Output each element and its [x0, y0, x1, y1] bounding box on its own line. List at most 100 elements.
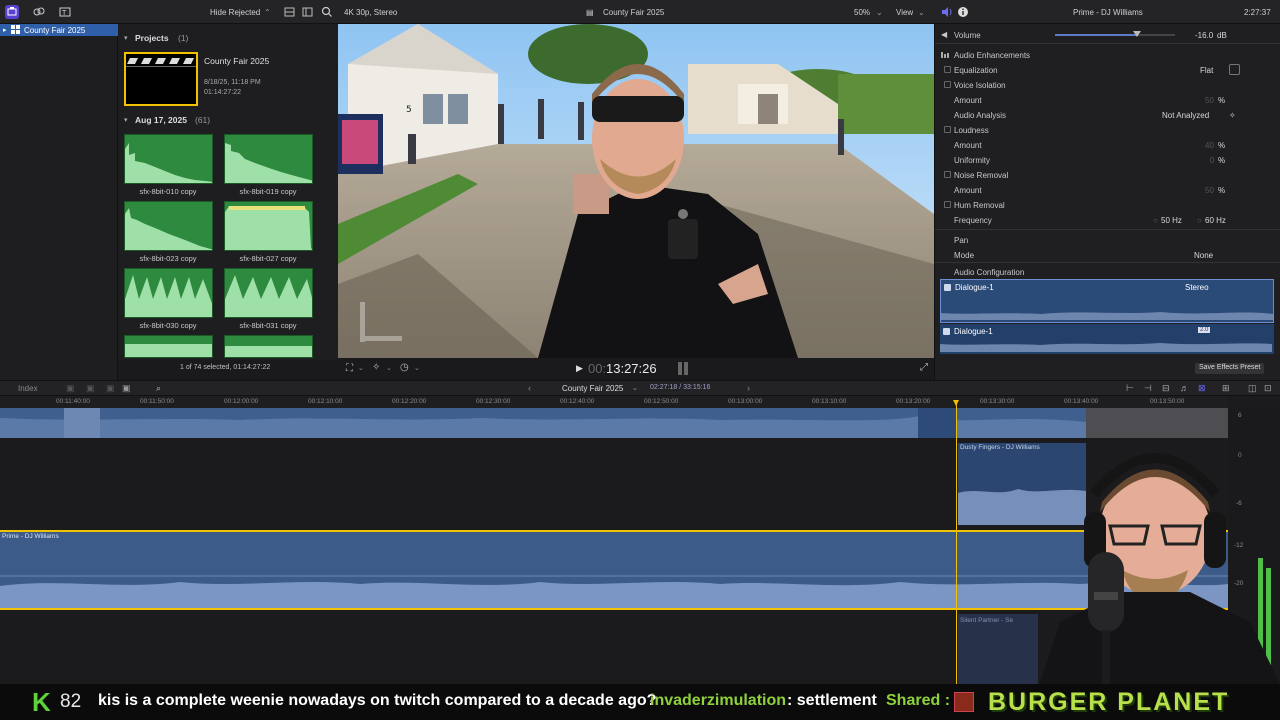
channel-checkbox[interactable] [944, 284, 951, 291]
sidebar-item-county-fair[interactable]: ▸ County Fair 2025 [0, 24, 118, 36]
channel-format-menu[interactable]: Stereo [1185, 283, 1209, 292]
zoom-tool-icon[interactable]: ⌕ [156, 383, 161, 394]
volume-value[interactable]: -16.0 [1195, 31, 1213, 40]
back-arrow-icon[interactable]: ‹ [528, 383, 531, 393]
view-menu[interactable]: View [896, 8, 913, 17]
photos-audio-icon[interactable] [32, 5, 46, 19]
svg-text:T: T [61, 9, 67, 17]
timeline-project-name[interactable]: County Fair 2025 [562, 384, 623, 393]
timeline-toolbar: Index ▣ ▣ ▣ ▣ ⌕ ‹ County Fair 2025 ⌄ 02:… [0, 380, 1280, 396]
index-button[interactable]: Index [18, 384, 38, 393]
timeline-ruler[interactable]: 00:11:40:00 00:11:50:00 00:12:00:00 00:1… [0, 396, 1228, 408]
voice-amount-value[interactable]: 50 [1205, 96, 1214, 105]
noise-removal-checkbox[interactable] [944, 171, 951, 178]
clip-thumbnail[interactable] [224, 335, 313, 358]
connect-clip-icon[interactable]: ▣ [66, 383, 75, 394]
clip-title: Silent Partner - Se [960, 617, 1014, 624]
subchannel-checkbox[interactable] [943, 328, 950, 335]
titles-icon[interactable]: T [58, 5, 72, 19]
pan-mode-menu[interactable]: None [1194, 251, 1213, 260]
timeline[interactable]: 00:11:40:00 00:11:50:00 00:12:00:00 00:1… [0, 396, 1280, 684]
hum-removal-checkbox[interactable] [944, 201, 951, 208]
play-button-icon[interactable]: ▶ [576, 363, 583, 374]
ruler-label: 00:13:40:00 [1064, 398, 1099, 405]
audio-clip-silent-partner[interactable]: Silent Partner - Se [958, 614, 1038, 684]
clip-thumbnail[interactable] [124, 335, 213, 358]
volume-slider[interactable] [1055, 31, 1175, 37]
radio-icon[interactable]: ○ [1197, 216, 1202, 225]
eq-graph-icon[interactable] [1229, 64, 1240, 75]
disclosure-down-icon[interactable]: ▾ [124, 116, 128, 124]
search-icon[interactable] [320, 5, 334, 19]
audio-skimming-icon[interactable]: ⊣ [1144, 383, 1152, 394]
freq-60-option[interactable]: 60 Hz [1205, 216, 1226, 225]
disclosure-triangle-icon[interactable]: ▸ [3, 26, 7, 34]
kick-logo: K [32, 687, 51, 717]
audio-inspector-icon[interactable] [940, 5, 954, 19]
noise-amount-value[interactable]: 50 [1205, 186, 1214, 195]
ruler-label: 00:13:50:00 [1150, 398, 1185, 405]
speaker-icon: ◀ [941, 30, 948, 39]
save-effects-preset-button[interactable]: Save Effects Preset [1195, 363, 1265, 374]
loudness-amount-row: Amount 40 % [954, 141, 1226, 150]
audio-config-channel[interactable]: Dialogue-1 Stereo [940, 279, 1274, 323]
clip-thumbnail[interactable] [124, 201, 213, 251]
enhance-wand-icon[interactable]: ✧ [372, 362, 380, 373]
zoom-menu[interactable]: 50% [854, 8, 870, 17]
solo-icon[interactable]: ⊟ [1162, 383, 1170, 394]
clip-thumbnail[interactable] [224, 201, 313, 251]
project-thumbnail[interactable] [124, 52, 198, 106]
overwrite-clip-icon[interactable]: ▣ [122, 383, 131, 394]
noise-removal-row: Noise Removal [935, 167, 1280, 182]
project-duration: 01:14:27:22 [204, 89, 241, 96]
clip-appearance-icon[interactable]: ⊠ [1198, 383, 1206, 394]
append-clip-icon[interactable]: ▣ [106, 383, 115, 394]
analyze-wand-icon[interactable]: ✧ [1229, 111, 1236, 120]
radio-icon[interactable]: ○ [1153, 216, 1158, 225]
loudness-checkbox[interactable] [944, 126, 951, 133]
burger-icon [954, 692, 974, 712]
chevron-down-icon: ⌄ [414, 365, 420, 372]
meter-toggle-icon[interactable]: ⊡ [1264, 383, 1272, 394]
clip-thumbnail[interactable] [224, 134, 313, 184]
clip-thumbnail[interactable] [124, 268, 213, 318]
equalization-checkbox[interactable] [944, 66, 951, 73]
ruler-label: 00:12:40:00 [560, 398, 595, 405]
info-icon[interactable] [956, 5, 970, 19]
insert-clip-icon[interactable]: ▣ [86, 383, 95, 394]
fullscreen-icon[interactable]: ⤢ [920, 362, 928, 373]
effects-browser-icon[interactable]: ⊞ [1222, 383, 1230, 394]
sidebar-item-label: County Fair 2025 [24, 26, 86, 35]
transform-icon[interactable]: ⛶ [346, 363, 353, 374]
headphones-icon[interactable]: ♬ [1180, 383, 1189, 393]
clip-thumbnail[interactable] [224, 268, 313, 318]
playhead[interactable] [953, 400, 959, 684]
video-viewer[interactable]: 5 [338, 24, 934, 358]
eq-preset-menu[interactable]: Flat [1200, 66, 1213, 75]
clip-thumbnail[interactable] [124, 134, 213, 184]
skimming-icon[interactable]: ⊢ [1126, 383, 1134, 394]
audio-config-subchannel[interactable]: Dialogue-1 2.0 [940, 324, 1274, 354]
timeline-timecode: 02:27:18 / 33:15:16 [650, 384, 711, 391]
pan-mode-row: Mode None [954, 251, 1214, 260]
library-icon[interactable] [5, 5, 19, 19]
uniformity-value[interactable]: 0 [1210, 156, 1214, 165]
list-view-icon[interactable] [301, 5, 315, 19]
primary-audio-strip[interactable] [0, 408, 1086, 438]
viewer-project-title: County Fair 2025 [603, 8, 665, 17]
transitions-icon[interactable]: ◫ [1248, 383, 1257, 394]
gap-clip[interactable] [1086, 408, 1228, 438]
stream-ticker: K 82 kis is a complete weenie nowadays o… [0, 684, 1280, 720]
forward-arrow-icon[interactable]: › [747, 383, 750, 393]
filmstrip-view-icon[interactable] [283, 5, 297, 19]
loudness-amount-value[interactable]: 40 [1205, 141, 1214, 150]
speed-gauge-icon[interactable]: ◷ [400, 362, 409, 373]
freq-50-option[interactable]: 50 Hz [1161, 216, 1182, 225]
viewer-timecode: 13:27:26 [606, 361, 657, 376]
voice-isolation-checkbox[interactable] [944, 81, 951, 88]
webcam-overlay [1040, 442, 1280, 684]
disclosure-down-icon[interactable]: ▾ [124, 34, 128, 42]
hide-rejected-menu[interactable]: Hide Rejected [210, 8, 260, 17]
ruler-label: 00:13:00:00 [728, 398, 763, 405]
ruler-label: 00:12:30:00 [476, 398, 511, 405]
